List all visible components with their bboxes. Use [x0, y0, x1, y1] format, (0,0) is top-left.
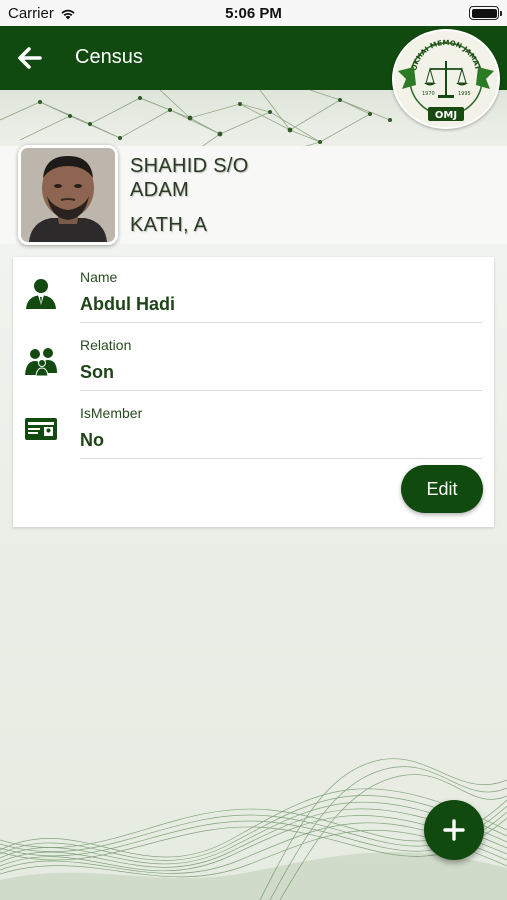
member-name-line1: SHAHID S/O — [130, 155, 249, 177]
plus-icon — [443, 819, 465, 841]
field-value: Abdul Hadi — [80, 294, 175, 314]
battery-icon — [469, 6, 502, 20]
status-bar: Carrier 5:06 PM — [0, 0, 507, 26]
page-title: Census — [75, 46, 143, 68]
census-detail-card: Name Abdul Hadi Relation Son IsMember No… — [13, 257, 494, 527]
status-time: 5:06 PM — [225, 5, 282, 22]
field-label: Name — [80, 269, 118, 285]
member-name-line2: ADAM — [130, 179, 189, 201]
logo-year-left: 1970 — [422, 91, 435, 97]
back-button[interactable] — [14, 42, 46, 74]
edit-button[interactable]: Edit — [401, 465, 483, 513]
field-label: IsMember — [80, 405, 143, 421]
name-field: Name Abdul Hadi — [13, 257, 494, 325]
avatar — [21, 148, 115, 242]
field-value: Son — [80, 362, 114, 382]
member-card-icon — [25, 418, 57, 440]
divider — [80, 390, 482, 391]
divider — [80, 458, 482, 459]
profile-photo — [18, 145, 118, 245]
family-icon — [25, 348, 57, 377]
logo-emblem: OKHAI MEMON JAMAT 1970 1995 OMJ — [398, 39, 494, 121]
field-label: Relation — [80, 337, 132, 353]
logo-year-right: 1995 — [458, 91, 471, 97]
jamat-logo: OKHAI MEMON JAMAT 1970 1995 OMJ — [392, 29, 500, 129]
person-icon — [26, 279, 56, 309]
field-value: No — [80, 430, 104, 450]
arrow-left-icon — [18, 47, 42, 69]
relation-field: Relation Son — [13, 325, 494, 393]
member-name: SHAHID S/O ADAM — [130, 154, 390, 202]
add-button[interactable] — [424, 800, 484, 860]
member-code: KATH, A — [130, 214, 208, 236]
logo-badge-text: OMJ — [435, 110, 457, 121]
divider — [80, 322, 482, 323]
ismember-field: IsMember No — [13, 393, 494, 461]
